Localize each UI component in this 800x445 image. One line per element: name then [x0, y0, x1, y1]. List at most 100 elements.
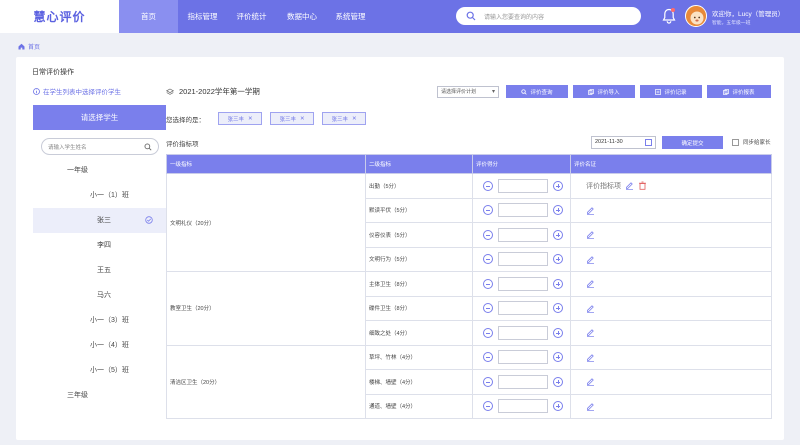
edit-icon[interactable]: [586, 279, 595, 288]
score-input[interactable]: [498, 203, 548, 218]
comment-cell: [570, 393, 772, 419]
chosen-student-chip[interactable]: 张三丰 ✕: [322, 112, 366, 125]
score-input[interactable]: [498, 350, 548, 365]
plus-icon[interactable]: [553, 376, 563, 387]
comment-cell: 评价指标项: [570, 173, 772, 199]
score-cell: [472, 222, 571, 248]
edit-icon[interactable]: [586, 377, 595, 386]
sync-parents-checkbox[interactable]: 同步给家长: [732, 138, 771, 146]
evaluation-query-button[interactable]: 评价查询: [506, 85, 568, 98]
minus-icon[interactable]: [483, 180, 493, 191]
edit-icon[interactable]: [625, 181, 634, 190]
tree-grade-3[interactable]: 三年级: [33, 383, 166, 408]
evaluation-plan-select[interactable]: 请选择评价计划: [437, 86, 499, 98]
select-student-button[interactable]: 请选择学生: [33, 105, 166, 130]
tree-student-label: 张三: [97, 217, 111, 224]
evaluation-record-button[interactable]: 评价记录: [640, 85, 702, 98]
minus-icon[interactable]: [483, 205, 493, 216]
comment-cell: [570, 197, 772, 223]
tree-class-1-3[interactable]: 小一（3）班: [33, 308, 166, 333]
record-icon: [655, 88, 662, 95]
nav-index-management[interactable]: 指标管理: [178, 0, 227, 33]
breadcrumb[interactable]: 首页: [18, 42, 40, 51]
minus-icon[interactable]: [483, 376, 493, 387]
plus-icon[interactable]: [553, 278, 563, 289]
nav-data-center[interactable]: 数据中心: [276, 0, 328, 33]
user-greeting: 欢迎你，Lucy（管理员）: [712, 11, 785, 18]
date-picker[interactable]: 2021-11-30: [591, 136, 656, 149]
avatar[interactable]: [685, 5, 707, 27]
logo[interactable]: 慧心评价: [0, 0, 119, 33]
close-icon[interactable]: ✕: [352, 116, 357, 122]
score-input[interactable]: [498, 178, 548, 193]
tree-student-wangwu[interactable]: 王五: [33, 258, 166, 283]
header-comment: 评价名证: [570, 154, 772, 174]
nav-system-management[interactable]: 系统管理: [328, 0, 373, 33]
plus-icon[interactable]: [553, 254, 563, 265]
delete-icon[interactable]: [638, 181, 647, 190]
nav-home[interactable]: 首页: [119, 0, 178, 33]
minus-icon[interactable]: [483, 303, 493, 314]
score-input[interactable]: [498, 325, 548, 340]
edit-icon[interactable]: [586, 353, 595, 362]
tree-student-lisi[interactable]: 李四: [33, 233, 166, 258]
checkbox[interactable]: [732, 138, 739, 146]
tree-grade-1[interactable]: 一年级: [33, 158, 166, 183]
edit-icon[interactable]: [586, 230, 595, 239]
score-input[interactable]: [498, 374, 548, 389]
plus-icon[interactable]: [553, 180, 563, 191]
minus-icon[interactable]: [483, 229, 493, 240]
minus-icon[interactable]: [483, 278, 493, 289]
plus-icon[interactable]: [553, 352, 563, 363]
comment-cell: [570, 344, 772, 370]
chosen-student-chip[interactable]: 张三丰 ✕: [218, 112, 262, 125]
edit-icon[interactable]: [586, 255, 595, 264]
level2-cell: 默读平伏（5分）: [365, 197, 473, 223]
tree-class-1-4[interactable]: 小一（4）班: [33, 333, 166, 358]
plus-icon[interactable]: [553, 327, 563, 338]
tree-class-1-1[interactable]: 小一（1）班: [33, 183, 166, 208]
score-input[interactable]: [498, 276, 548, 291]
plus-icon[interactable]: [553, 229, 563, 240]
student-hint: 在学生列表中选择评价学生: [33, 86, 121, 96]
plus-icon[interactable]: [553, 303, 563, 314]
chosen-student-chip[interactable]: 张三丰 ✕: [270, 112, 314, 125]
comment-cell: [570, 320, 772, 346]
evaluation-report-button[interactable]: 评价报表: [707, 85, 771, 98]
level1-cell: 文明礼仪（20分）: [166, 173, 366, 272]
minus-icon[interactable]: [483, 401, 493, 412]
tree-class-1-5[interactable]: 小一（5）班: [33, 358, 166, 383]
minus-icon[interactable]: [483, 254, 493, 265]
score-input[interactable]: [498, 227, 548, 242]
tree-student-maliu[interactable]: 马六: [33, 283, 166, 308]
edit-icon[interactable]: [586, 206, 595, 215]
minus-icon[interactable]: [483, 327, 493, 338]
edit-icon[interactable]: [586, 402, 595, 411]
edit-icon[interactable]: [586, 304, 595, 313]
chip-label: 张三丰: [227, 116, 244, 123]
close-icon[interactable]: ✕: [300, 116, 305, 122]
confirm-submit-button[interactable]: 确定提交: [662, 136, 723, 149]
score-input[interactable]: [498, 252, 548, 267]
logo-text: 慧心评价: [33, 10, 86, 24]
breadcrumb-home[interactable]: 首页: [28, 42, 40, 51]
minus-icon[interactable]: [483, 352, 493, 363]
edit-icon[interactable]: [586, 328, 595, 337]
evaluation-import-button[interactable]: 评价导入: [573, 85, 635, 98]
plus-icon[interactable]: [553, 205, 563, 216]
search-icon: [521, 88, 528, 95]
user-subtitle: 智能，五年级一班: [712, 21, 751, 26]
student-search-input[interactable]: 请输入学生姓名: [41, 138, 159, 155]
plus-icon[interactable]: [553, 401, 563, 412]
search-input[interactable]: 请输入您要查询的内容: [456, 7, 641, 25]
table-row: 教室卫生（20分） 主体卫生（8分）: [166, 271, 772, 346]
level2-cell: 出勤（5分）: [365, 173, 473, 199]
score-cell: [472, 369, 571, 395]
nav-evaluation-stats[interactable]: 评价统计: [227, 0, 276, 33]
tree-student-zhangsan[interactable]: 张三: [33, 208, 166, 233]
score-input[interactable]: [498, 301, 548, 316]
main-card: 日常评价操作 在学生列表中选择评价学生 请选择学生 请输入学生姓名 一年级 小一…: [16, 57, 784, 440]
level2-cell: 主体卫生（8分）: [365, 271, 473, 297]
score-input[interactable]: [498, 399, 548, 414]
close-icon[interactable]: ✕: [248, 116, 253, 122]
